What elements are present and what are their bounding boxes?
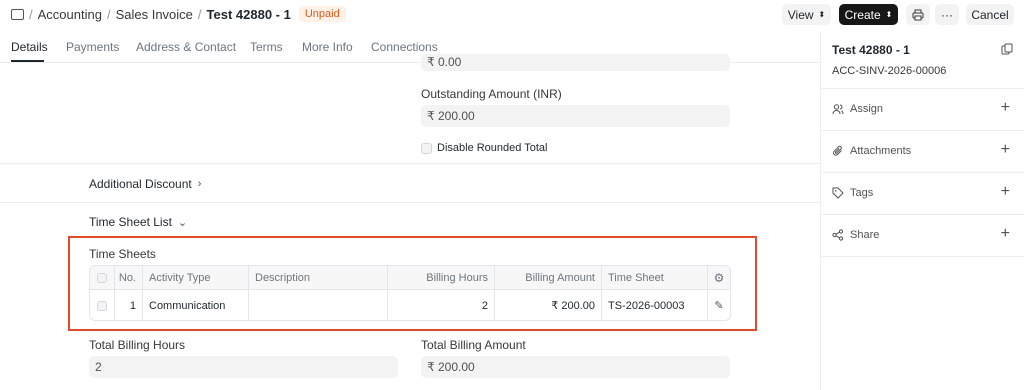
sidebar-item-label: Assign <box>850 103 884 115</box>
sidebar-item-label: Share <box>850 229 880 241</box>
time-sheets-grid: No. Activity Type Description Billing Ho… <box>89 265 731 321</box>
outstanding-amount-label: Outstanding Amount (INR) <box>421 87 562 101</box>
grid-header-select <box>90 266 115 289</box>
outstanding-amount-value: ₹ 200.00 <box>427 109 475 123</box>
time-sheets-label: Time Sheets <box>89 247 156 261</box>
tab-address-contact[interactable]: Address & Contact <box>136 40 236 54</box>
view-button-label: View <box>787 7 814 22</box>
timesheet-list-section[interactable]: Time Sheet List ⌄ <box>89 215 187 229</box>
breadcrumb: / Accounting / Sales Invoice / Test 4288… <box>11 6 346 22</box>
breadcrumb-doctype[interactable]: Sales Invoice <box>116 7 193 22</box>
cancel-button-label: Cancel <box>971 7 1009 22</box>
table-row[interactable]: 1 Communication 2 ₹ 200.00 TS-2026-00003… <box>90 290 730 320</box>
total-billing-amount-label: Total Billing Amount <box>421 338 526 352</box>
sidebar-item-label: Tags <box>850 187 874 199</box>
sidebar-item-share[interactable]: Share + <box>821 214 1024 256</box>
row-billing-hours[interactable]: 2 <box>388 290 495 320</box>
create-button-label: Create <box>844 7 881 22</box>
view-button[interactable]: View ⬍ <box>782 4 831 25</box>
sidebar-doc-name: ACC-SINV-2026-00006 <box>832 65 947 77</box>
row-description[interactable] <box>249 290 388 320</box>
total-billing-amount-value: ₹ 200.00 <box>427 360 475 374</box>
chevron-updown-icon: ⬍ <box>885 9 893 19</box>
tag-icon <box>832 187 844 199</box>
page-header: / Accounting / Sales Invoice / Test 4288… <box>0 0 1024 31</box>
status-badge: Unpaid <box>298 6 346 22</box>
more-actions-button[interactable]: ··· <box>935 4 959 25</box>
tab-terms[interactable]: Terms <box>250 40 283 54</box>
grid-header-billing-hours: Billing Hours <box>388 266 495 289</box>
gear-icon: ⚙ <box>713 270 725 285</box>
users-icon <box>832 103 844 115</box>
total-billing-amount-field[interactable]: ₹ 200.00 <box>421 356 730 378</box>
chevron-updown-icon: ⬍ <box>818 9 826 19</box>
cancel-button[interactable]: Cancel <box>966 4 1014 25</box>
sidebar-item-attachments[interactable]: Attachments + <box>821 130 1024 172</box>
sidebar-item-tags[interactable]: Tags + <box>821 172 1024 214</box>
sidebar-title: Test 42880 - 1 <box>832 43 910 57</box>
grid-header-billing-amount: Billing Amount <box>495 266 602 289</box>
section-divider <box>0 202 820 203</box>
grid-settings[interactable]: ⚙ <box>708 266 730 289</box>
ellipsis-icon: ··· <box>941 7 953 22</box>
row-checkbox[interactable] <box>97 300 107 311</box>
additional-discount-label: Additional Discount <box>89 177 192 191</box>
sidebar-divider <box>821 256 1024 257</box>
sidebar-item-assign[interactable]: Assign + <box>821 88 1024 130</box>
rounded-total-value: ₹ 0.00 <box>427 55 462 69</box>
total-billing-hours-value: 2 <box>95 360 102 374</box>
disable-rounded-total-checkbox[interactable] <box>421 143 432 154</box>
create-button[interactable]: Create ⬍ <box>839 4 898 25</box>
timesheet-list-label: Time Sheet List <box>89 215 172 229</box>
disable-rounded-total-label: Disable Rounded Total <box>437 142 548 154</box>
grid-header-activity: Activity Type <box>143 266 249 289</box>
pencil-icon: ✎ <box>714 300 724 312</box>
chevron-right-icon: › <box>197 178 202 190</box>
additional-discount-section[interactable]: Additional Discount › <box>89 177 201 191</box>
total-billing-hours-field[interactable]: 2 <box>89 356 398 378</box>
plus-icon[interactable]: + <box>1001 141 1010 159</box>
tab-connections[interactable]: Connections <box>371 40 438 54</box>
page-title: Test 42880 - 1 <box>206 6 291 22</box>
print-button[interactable] <box>906 4 930 25</box>
section-divider <box>0 163 820 164</box>
row-no: 1 <box>115 290 143 320</box>
paperclip-icon <box>832 145 844 157</box>
share-icon <box>832 229 844 241</box>
total-billing-hours-label: Total Billing Hours <box>89 338 186 352</box>
active-tab-indicator <box>11 60 44 62</box>
select-all-checkbox[interactable] <box>97 272 107 283</box>
copy-icon[interactable] <box>1001 43 1013 55</box>
grid-header-row: No. Activity Type Description Billing Ho… <box>90 266 730 290</box>
grid-header-time-sheet: Time Sheet <box>602 266 708 289</box>
grid-header-no: No. <box>115 266 143 289</box>
plus-icon[interactable]: + <box>1001 99 1010 117</box>
row-time-sheet[interactable]: TS-2026-00003 <box>602 290 708 320</box>
grid-header-description: Description <box>249 266 388 289</box>
desktop-icon[interactable] <box>11 8 24 20</box>
rounded-total-field[interactable]: ₹ 0.00 <box>421 54 730 71</box>
row-edit[interactable]: ✎ <box>708 290 730 320</box>
plus-icon[interactable]: + <box>1001 183 1010 201</box>
tab-details[interactable]: Details <box>11 40 48 54</box>
form-sidebar: Test 42880 - 1 ACC-SINV-2026-00006 Assig… <box>820 31 1024 390</box>
breadcrumb-module[interactable]: Accounting <box>38 7 102 22</box>
printer-icon <box>912 9 924 20</box>
row-activity-type[interactable]: Communication <box>143 290 249 320</box>
outstanding-amount-field[interactable]: ₹ 200.00 <box>421 105 730 127</box>
tab-payments[interactable]: Payments <box>66 40 119 54</box>
chevron-down-icon: ⌄ <box>177 216 188 229</box>
sidebar-item-label: Attachments <box>850 145 912 157</box>
row-billing-amount[interactable]: ₹ 200.00 <box>495 290 602 320</box>
row-select <box>90 290 115 320</box>
plus-icon[interactable]: + <box>1001 225 1010 243</box>
tab-more-info[interactable]: More Info <box>302 40 353 54</box>
